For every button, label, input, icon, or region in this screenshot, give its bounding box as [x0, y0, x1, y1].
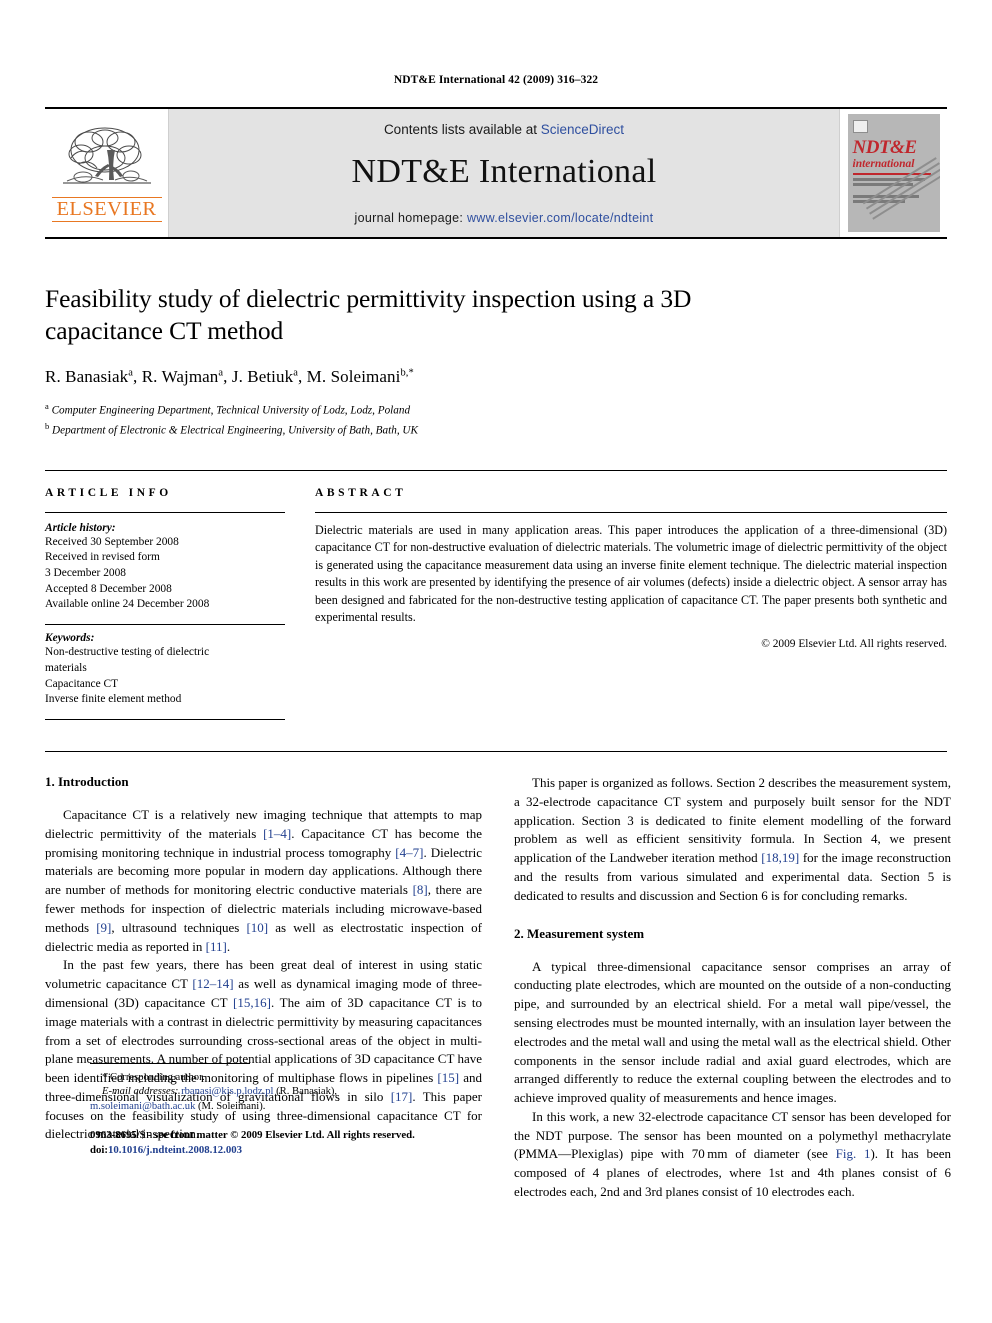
organization-paragraph: This paper is organized as follows. Sect… — [514, 774, 951, 905]
doi-link[interactable]: 10.1016/j.ndteint.2008.12.003 — [108, 1144, 242, 1156]
page-title: Feasibility study of dielectric permitti… — [45, 284, 692, 346]
running-head: NDT&E International 42 (2009) 316–322 — [393, 74, 599, 86]
divider — [45, 624, 285, 626]
divider — [45, 511, 285, 513]
author-list: R. Banasiaka, R. Wajmana, J. Betiuka, M.… — [45, 367, 414, 387]
measurement-paragraph-1: A typical three-dimensional capacitance … — [514, 958, 951, 1106]
keyword-item: materials — [45, 661, 87, 674]
citation-link[interactable]: [1–4] — [263, 826, 291, 841]
keyword-item: Capacitance CT — [45, 677, 119, 690]
email-owner-1: (R. Banasiak), — [276, 1086, 338, 1098]
affiliation-text: Computer Engineering Department, Technic… — [51, 404, 411, 417]
doi-line: doi:10.1016/j.ndteint.2008.12.003 — [90, 1143, 527, 1158]
email-label: E-mail addresses: — [102, 1086, 179, 1098]
intro-paragraph-1: Capacitance CT is a relatively new imagi… — [45, 806, 482, 956]
email-link-2[interactable]: m.soleimani@bath.ac.uk — [90, 1101, 195, 1112]
keywords-label: Keywords: — [45, 632, 95, 645]
journal-cover-cell: NDT&E international — [839, 109, 947, 237]
body-column-left: 1. Introduction Capacitance CT is a rela… — [45, 774, 482, 1202]
doi-label: doi: — [90, 1143, 108, 1156]
affiliation-a: a Computer Engineering Department, Techn… — [45, 400, 947, 420]
issn-frontmatter-line: 0963-8695/$ - see front matter © 2009 El… — [90, 1128, 415, 1141]
citation-link[interactable]: [9] — [96, 920, 111, 935]
article-info-column: ARTICLE INFO Article history: Received 3… — [45, 487, 285, 728]
citation-link[interactable]: [10] — [246, 920, 268, 935]
elsevier-logo: ELSEVIER — [51, 124, 162, 223]
abstract-text: Dielectric materials are used in many ap… — [315, 522, 947, 625]
masthead-center: Contents lists available at ScienceDirec… — [169, 109, 839, 237]
corresponding-author-note: * Corresponding author. — [102, 1071, 205, 1083]
email-link-1[interactable]: rbanasi@kis.p.lodz.pl — [181, 1086, 273, 1097]
text-run: , ultrasound techniques — [111, 919, 247, 935]
affiliation-b: b Department of Electronic & Electrical … — [45, 420, 947, 440]
elsevier-tree-icon — [62, 127, 151, 184]
text-run: . — [226, 938, 231, 954]
journal-homepage-line: journal homepage: www.elsevier.com/locat… — [355, 211, 654, 225]
elsevier-wordmark: ELSEVIER — [51, 196, 162, 223]
keyword-item: Non-destructive testing of dielectric — [45, 646, 210, 659]
section-heading-measurement-system: 2. Measurement system — [514, 925, 645, 941]
sciencedirect-link[interactable]: ScienceDirect — [541, 122, 624, 137]
citation-link[interactable]: [12–14] — [192, 976, 233, 991]
abstract-copyright: © 2009 Elsevier Ltd. All rights reserved… — [761, 637, 947, 650]
abstract-heading: ABSTRACT — [315, 486, 407, 499]
email-owner-2: (M. Soleimani). — [198, 1100, 266, 1112]
journal-title: NDT&E International — [351, 152, 657, 190]
article-info-heading: ARTICLE INFO — [45, 486, 172, 499]
citation-link[interactable]: [15,16] — [233, 995, 271, 1010]
figure-link[interactable]: Fig. 1 — [836, 1146, 871, 1161]
contents-prefix: Contents lists available at — [383, 121, 541, 137]
divider — [45, 719, 285, 721]
body-block: 1. Introduction Capacitance CT is a rela… — [45, 751, 951, 1202]
history-item: Received 30 September 2008 — [45, 535, 179, 548]
email-addresses-line: E-mail addresses: rbanasi@kis.p.lodz.pl … — [90, 1085, 527, 1100]
body-column-right: This paper is organized as follows. Sect… — [514, 774, 951, 1202]
cover-title-main: NDT&E — [852, 137, 918, 158]
email-addresses-line-2: m.soleimani@bath.ac.uk (M. Soleimani). — [90, 1100, 527, 1115]
history-item: Available online 24 December 2008 — [45, 598, 210, 611]
footnote-zone: * Corresponding author. E-mail addresses… — [90, 1062, 527, 1158]
imprint-block: 0963-8695/$ - see front matter © 2009 El… — [90, 1128, 527, 1158]
article-history-label: Article history: — [45, 521, 116, 534]
journal-cover-thumbnail: NDT&E international — [847, 114, 940, 232]
citation-link[interactable]: [18,19] — [761, 850, 799, 865]
affiliation-text: Department of Electronic & Electrical En… — [52, 424, 418, 437]
affiliation-marker: b — [45, 420, 50, 431]
cover-publisher-mark-icon — [852, 120, 868, 133]
title-block: Feasibility study of dielectric permitti… — [45, 239, 947, 440]
homepage-prefix: journal homepage: — [354, 210, 467, 225]
citation-link[interactable]: [8] — [413, 882, 428, 897]
keyword-item: Inverse finite element method — [45, 693, 182, 706]
history-item: Accepted 8 December 2008 — [45, 582, 172, 595]
divider — [315, 511, 947, 513]
paper-page: NDT&E International 42 (2009) 316–322 EL… — [0, 0, 992, 1323]
contents-line: Contents lists available at ScienceDirec… — [384, 122, 624, 137]
journal-homepage-link[interactable]: www.elsevier.com/locate/ndteint — [467, 211, 653, 225]
citation-link[interactable]: [4–7] — [395, 845, 423, 860]
journal-masthead: ELSEVIER Contents lists available at Sci… — [45, 107, 947, 239]
affiliation-marker: a — [45, 401, 49, 412]
history-item: Received in revised form — [45, 551, 160, 564]
history-item: 3 December 2008 — [45, 567, 126, 579]
footnote-divider — [90, 1062, 250, 1064]
citation-link[interactable]: [11] — [206, 939, 227, 954]
info-abstract-block: ARTICLE INFO Article history: Received 3… — [45, 469, 947, 728]
abstract-column: ABSTRACT Dielectric materials are used i… — [315, 487, 947, 728]
measurement-paragraph-2: In this work, a new 32-electrode capacit… — [514, 1108, 951, 1202]
section-heading-introduction: 1. Introduction — [45, 774, 129, 790]
publisher-logo-cell: ELSEVIER — [45, 109, 169, 237]
